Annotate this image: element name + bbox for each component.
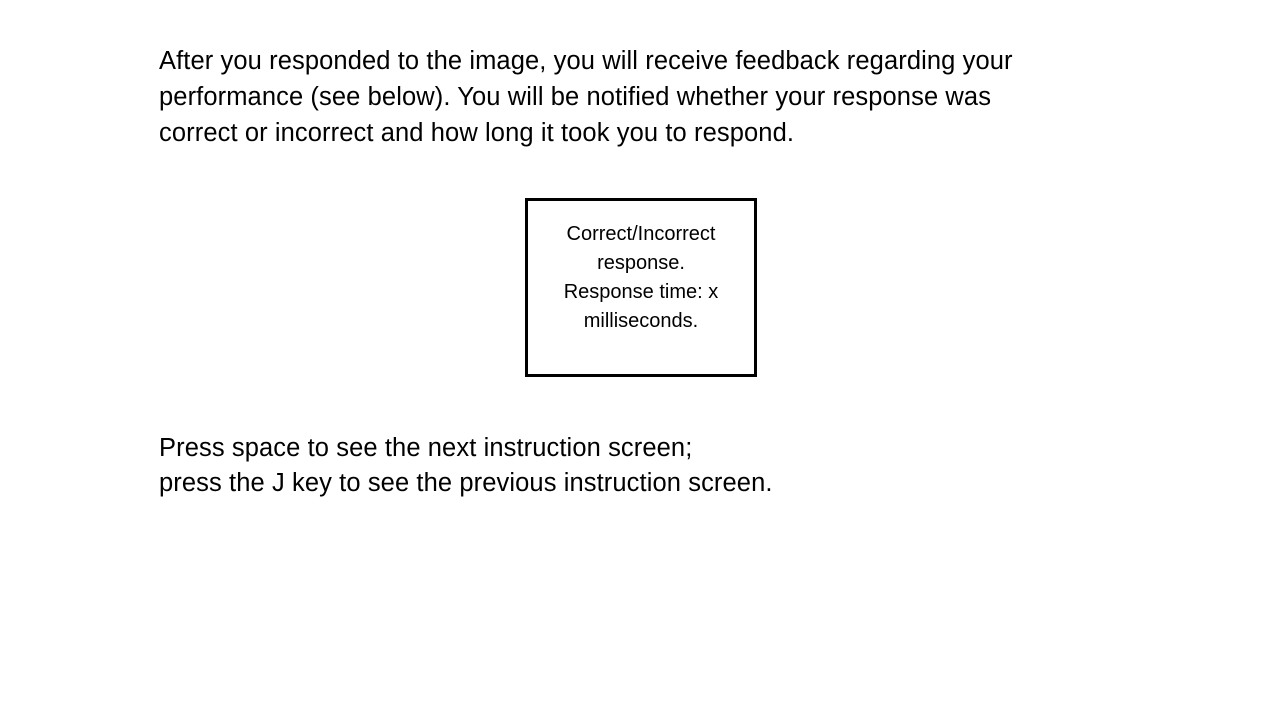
navigation-line-previous: press the J key to see the previous inst… bbox=[159, 469, 773, 497]
feedback-example-box: Correct/Incorrect response. Response tim… bbox=[525, 198, 757, 377]
instruction-screen: { "intro": { "lines": [ "After you respo… bbox=[0, 0, 1280, 720]
intro-paragraph: After you responded to the image, you wi… bbox=[159, 43, 1119, 151]
feedback-line: Correct/Incorrect bbox=[566, 223, 716, 245]
feedback-line: milliseconds. bbox=[583, 310, 699, 332]
navigation-line-next: Press space to see the next instruction … bbox=[159, 434, 693, 462]
intro-line: correct or incorrect and how long it too… bbox=[159, 119, 795, 147]
intro-line: performance (see below). You will be not… bbox=[159, 83, 992, 111]
intro-line: After you responded to the image, you wi… bbox=[159, 47, 1013, 75]
feedback-line: response. bbox=[597, 252, 685, 274]
feedback-line: Response time: x bbox=[563, 281, 719, 303]
navigation-instructions: Press space to see the next instruction … bbox=[159, 431, 1119, 501]
feedback-example-text: Correct/Incorrect response. Response tim… bbox=[528, 220, 754, 336]
